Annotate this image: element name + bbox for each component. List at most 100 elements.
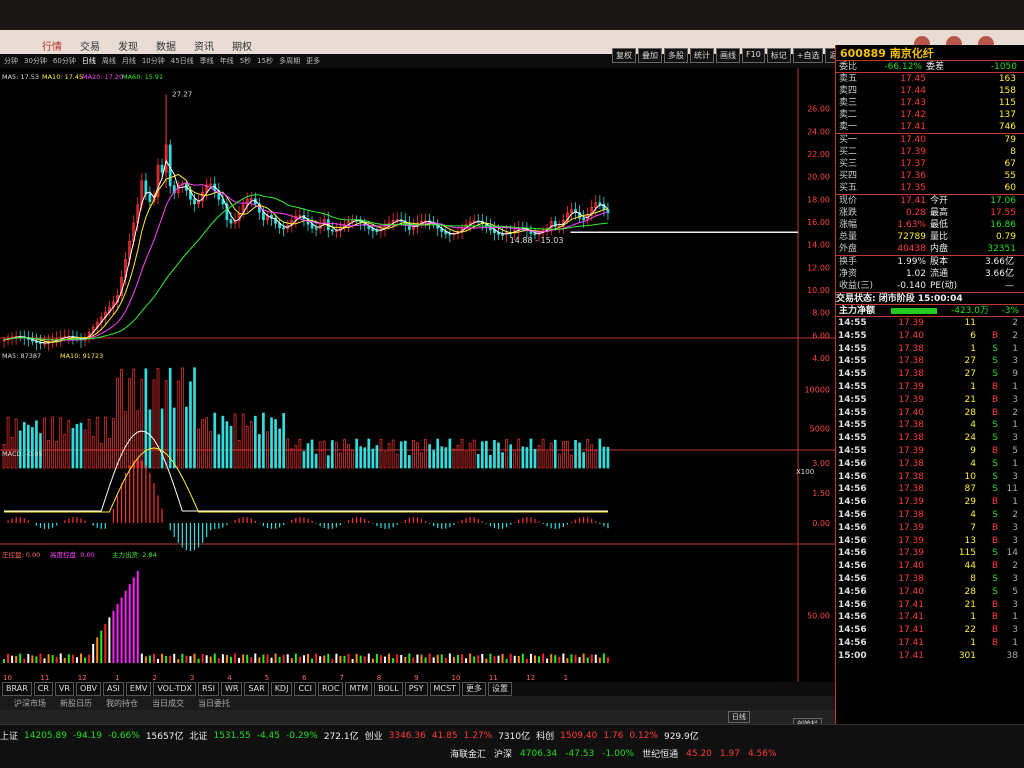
force-bar xyxy=(152,653,155,663)
indicator-tab-0[interactable]: BRAR xyxy=(2,682,32,696)
volume-bar xyxy=(168,367,172,469)
bids-row[interactable]: 买五 17.35 60 xyxy=(836,182,1024,194)
force-bar xyxy=(225,655,228,663)
bottom-tab-3[interactable]: 当日成交 xyxy=(152,698,184,709)
asks-row[interactable]: 卖五 17.45 163 xyxy=(836,73,1024,85)
menu-item-4[interactable]: 资讯 xyxy=(192,38,216,53)
force-bar xyxy=(15,656,18,663)
indicator-tab-8[interactable]: WR xyxy=(220,682,243,696)
indicator-tab-10[interactable]: KDJ xyxy=(270,682,293,696)
period-tab-1[interactable]: 30分钟 xyxy=(24,56,47,66)
menu-item-1[interactable]: 交易 xyxy=(78,38,102,53)
asks-row[interactable]: 卖三 17.43 115 xyxy=(836,97,1024,109)
price-tick: 6.00 xyxy=(812,331,830,340)
period-tab-13[interactable]: 更多 xyxy=(306,56,320,66)
volume-bar xyxy=(326,455,330,469)
force-bar xyxy=(266,654,269,663)
vol-ma10-legend: MA10: 91723 xyxy=(60,352,103,360)
period-tab-3[interactable]: 日线 xyxy=(82,56,96,66)
main-menu: 行情 交易 发现 数据 资讯 期权 xyxy=(40,38,254,53)
period-tab-10[interactable]: 5秒 xyxy=(240,56,251,66)
menu-item-5[interactable]: 期权 xyxy=(230,38,254,53)
force-bar xyxy=(35,656,38,663)
bottom-tab-2[interactable]: 我的持仓 xyxy=(106,698,138,709)
menu-item-0[interactable]: 行情 xyxy=(40,38,64,53)
force-bar xyxy=(513,655,516,663)
volume-bar xyxy=(493,440,496,469)
candle-body xyxy=(533,233,537,235)
indicator-tab-17[interactable]: 更多 xyxy=(461,682,486,696)
force-bar xyxy=(290,658,293,663)
asks-row[interactable]: 卖一 17.41 746 xyxy=(836,121,1024,133)
indicator-tab-18[interactable]: 设置 xyxy=(487,682,512,696)
bottom-tab-4[interactable]: 当日委托 xyxy=(198,698,230,709)
period-tab-0[interactable]: 分钟 xyxy=(4,56,18,66)
price-tick: 8.00 xyxy=(812,309,830,318)
period-tab-8[interactable]: 季线 xyxy=(200,56,214,66)
tool-button-2[interactable]: 多股 xyxy=(664,48,688,63)
force-bar xyxy=(554,655,557,663)
tool-button-7[interactable]: +自选 xyxy=(792,48,824,63)
menu-item-2[interactable]: 发现 xyxy=(116,38,140,53)
indicator-tab-2[interactable]: VR xyxy=(54,682,74,696)
force-bar xyxy=(509,653,512,663)
tool-button-4[interactable]: 画线 xyxy=(716,48,740,63)
indicator-tab-7[interactable]: RSI xyxy=(197,682,219,696)
force-bar xyxy=(416,654,419,663)
force-bar xyxy=(542,653,545,663)
indicator-tab-14[interactable]: BOLL xyxy=(374,682,403,696)
volume-bar xyxy=(484,440,488,469)
tool-button-0[interactable]: 复权 xyxy=(612,48,636,63)
volume-bar xyxy=(428,444,431,469)
month-tick: 5 xyxy=(265,674,269,682)
period-tab-4[interactable]: 周线 xyxy=(102,56,116,66)
bids-row[interactable]: 买一 17.40 79 xyxy=(836,134,1024,146)
force-bar xyxy=(558,656,561,663)
indicator-tab-3[interactable]: OBV xyxy=(75,682,101,696)
indicator-tab-5[interactable]: EMV xyxy=(125,682,152,696)
bottom-tab-0[interactable]: 沪深市场 xyxy=(14,698,46,709)
menu-item-3[interactable]: 数据 xyxy=(154,38,178,53)
indicator-tab-1[interactable]: CR xyxy=(33,682,53,696)
period-tab-7[interactable]: 45日线 xyxy=(171,56,194,66)
volume-bar xyxy=(302,451,306,469)
tool-button-5[interactable]: F10 xyxy=(742,48,765,63)
period-tab-11[interactable]: 15秒 xyxy=(257,56,273,66)
indicator-tab-13[interactable]: MTM xyxy=(345,682,373,696)
force-bar xyxy=(294,653,297,663)
indicator-tab-12[interactable]: ROC xyxy=(317,682,344,696)
bottom-tab-1[interactable]: 新股日历 xyxy=(60,698,92,709)
period-tab-12[interactable]: 多周期 xyxy=(279,56,300,66)
force-bar xyxy=(546,658,549,663)
period-tab-9[interactable]: 年线 xyxy=(220,56,234,66)
timeframe-button[interactable]: 日线 xyxy=(728,711,750,723)
force-bar xyxy=(104,624,107,663)
asks-row[interactable]: 卖四 17.44 158 xyxy=(836,85,1024,97)
tick-list[interactable]: 14:55 17.39 11 2 14:55 17.40 6 B 2 14:55 17.38 1 S 1 1… xyxy=(836,317,1024,663)
period-tab-6[interactable]: 10分钟 xyxy=(142,56,165,66)
indicator-tab-11[interactable]: CCI xyxy=(294,682,316,696)
force-bar xyxy=(408,653,411,663)
force-bar xyxy=(396,654,399,663)
period-tab-2[interactable]: 60分钟 xyxy=(53,56,76,66)
tool-button-3[interactable]: 统计 xyxy=(690,48,714,63)
period-tab-5[interactable]: 月线 xyxy=(122,56,136,66)
force-bar xyxy=(566,658,569,663)
bids-row[interactable]: 买四 17.36 55 xyxy=(836,170,1024,182)
indicator-tab-9[interactable]: SAR xyxy=(244,682,269,696)
force-legend-a: 庄控盘: 0.00 xyxy=(2,550,40,559)
indicator-tab-16[interactable]: MCST xyxy=(429,682,460,696)
trade-status: 交易状态: 闭市阶段 15:00:04 xyxy=(836,293,1024,305)
tool-button-1[interactable]: 叠加 xyxy=(638,48,662,63)
vol-tick: 10000 xyxy=(805,385,830,394)
indicator-tab-15[interactable]: PSY xyxy=(404,682,428,696)
bids-row[interactable]: 买二 17.39 8 xyxy=(836,146,1024,158)
tool-button-6[interactable]: 标记 xyxy=(766,48,791,63)
force-bar xyxy=(193,653,196,663)
volume-bar xyxy=(189,381,192,469)
indicator-tab-4[interactable]: ASI xyxy=(102,682,124,696)
kline-chart[interactable]: 26.0024.0022.0020.0018.0016.0014.0012.00… xyxy=(0,68,835,682)
asks-row[interactable]: 卖二 17.42 137 xyxy=(836,109,1024,121)
bids-row[interactable]: 买三 17.37 67 xyxy=(836,158,1024,170)
indicator-tab-6[interactable]: VOL-TDX xyxy=(153,682,196,696)
